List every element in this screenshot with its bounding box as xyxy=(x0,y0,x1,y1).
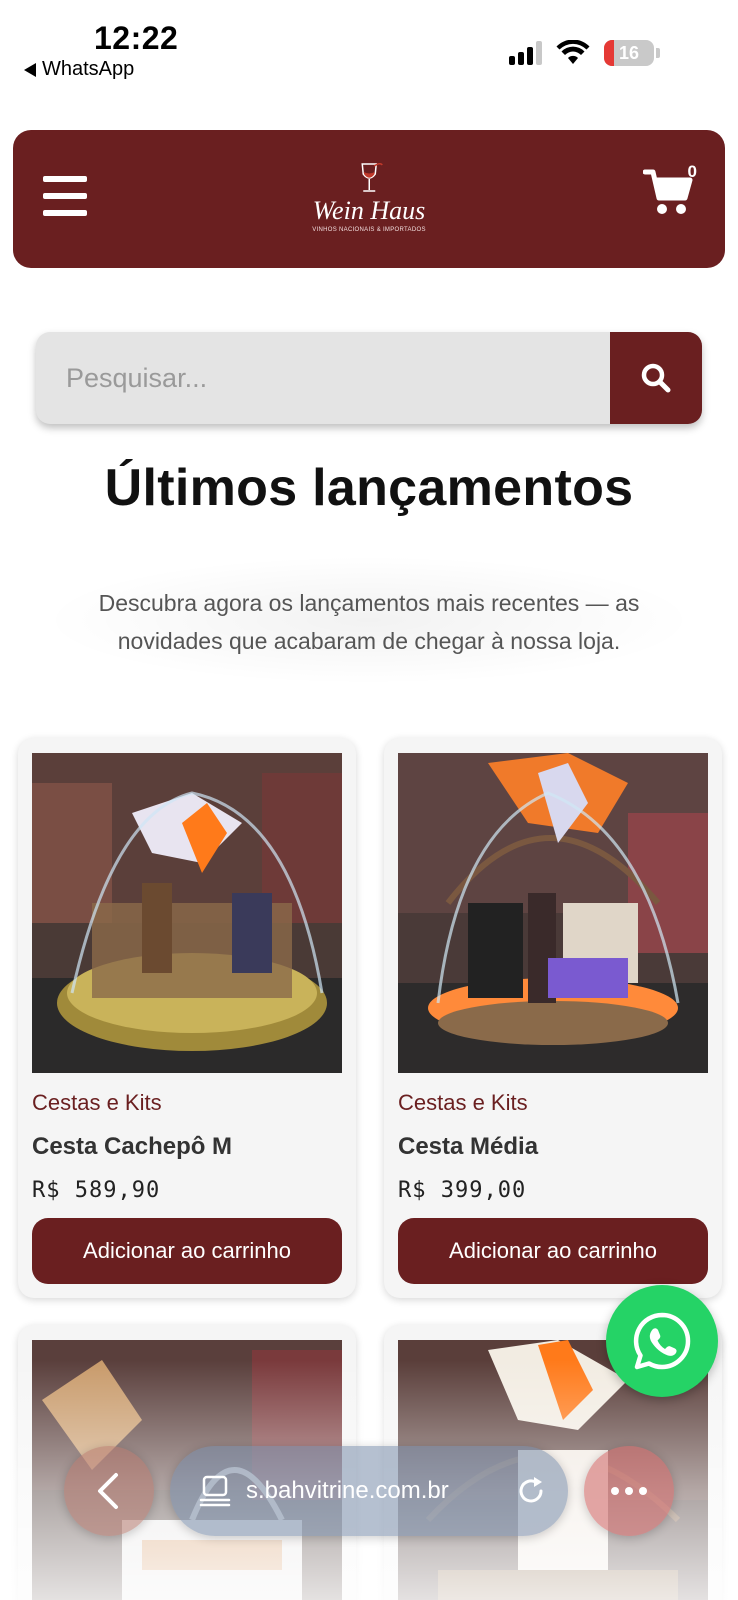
search-input[interactable] xyxy=(36,332,610,424)
back-to-app-link[interactable]: WhatsApp xyxy=(24,58,134,81)
search-bar xyxy=(36,332,702,424)
product-card[interactable]: Cestas e Kits Cesta Cachepô M R$ 589,90 … xyxy=(18,738,356,1298)
add-to-cart-button[interactable]: Adicionar ao carrinho xyxy=(398,1218,708,1284)
brand-name: Wein Haus xyxy=(312,196,426,225)
product-name[interactable]: Cesta Cachepô M xyxy=(32,1133,232,1161)
chevron-left-icon xyxy=(98,1473,118,1509)
status-time: 12:22 xyxy=(94,20,179,56)
product-category[interactable]: Cestas e Kits xyxy=(32,1090,162,1116)
shopping-cart-icon xyxy=(642,169,693,214)
more-dots-icon xyxy=(611,1487,619,1495)
cellular-signal-icon xyxy=(509,41,542,65)
search-button[interactable] xyxy=(610,332,702,424)
reader-tabs-icon[interactable] xyxy=(198,1474,232,1508)
battery-tip xyxy=(656,48,660,58)
add-to-cart-button[interactable]: Adicionar ao carrinho xyxy=(32,1218,342,1284)
product-card[interactable]: Cestas e Kits Cesta Média R$ 399,00 Adic… xyxy=(384,738,722,1298)
product-price: R$ 399,00 xyxy=(398,1178,527,1203)
back-app-label: WhatsApp xyxy=(42,58,135,80)
status-bar: 12:22 WhatsApp 16 xyxy=(0,0,738,92)
site-header: Wein Haus VINHOS NACIONAIS & IMPORTADOS … xyxy=(13,130,725,268)
status-icons: 16 xyxy=(509,40,660,66)
brand-logo[interactable]: Wein Haus VINHOS NACIONAIS & IMPORTADOS xyxy=(312,162,426,233)
section-title: Últimos lançamentos xyxy=(104,459,634,517)
browser-more-button[interactable] xyxy=(584,1446,674,1536)
search-icon xyxy=(641,363,671,393)
product-image[interactable] xyxy=(32,753,342,1073)
whatsapp-chat-button[interactable] xyxy=(606,1285,718,1397)
product-price: R$ 589,90 xyxy=(32,1178,161,1203)
back-triangle-icon xyxy=(24,62,36,77)
wine-glass-icon xyxy=(361,162,383,192)
product-image[interactable] xyxy=(398,753,708,1073)
reload-icon[interactable] xyxy=(514,1474,548,1508)
product-name[interactable]: Cesta Média xyxy=(398,1133,538,1161)
hamburger-menu-icon[interactable] xyxy=(43,176,87,216)
battery-icon: 16 xyxy=(604,40,654,66)
browser-address-bar[interactable]: s.bahvitrine.com.br xyxy=(170,1446,568,1536)
browser-back-button[interactable] xyxy=(64,1446,154,1536)
cart-button[interactable]: 0 xyxy=(642,162,697,222)
url-text[interactable]: s.bahvitrine.com.br xyxy=(246,1477,500,1505)
brand-tagline: VINHOS NACIONAIS & IMPORTADOS xyxy=(312,227,426,233)
cart-count-badge: 0 xyxy=(687,162,697,181)
product-category[interactable]: Cestas e Kits xyxy=(398,1090,528,1116)
section-description: Descubra agora os lançamentos mais recen… xyxy=(98,590,640,654)
battery-level: 16 xyxy=(618,42,640,63)
whatsapp-icon xyxy=(633,1312,691,1370)
wifi-icon xyxy=(556,40,590,64)
